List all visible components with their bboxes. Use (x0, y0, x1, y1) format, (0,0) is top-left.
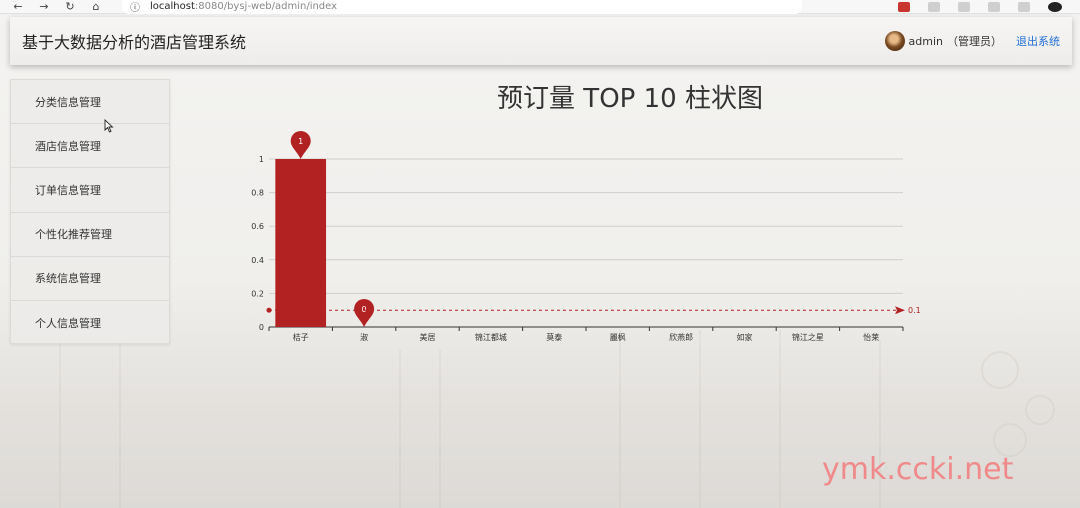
x-tick-label: 怡莱 (863, 332, 879, 342)
collections-icon[interactable] (1018, 1, 1030, 12)
markline-label: 0.1 (908, 306, 921, 315)
sidebar-item-label: 分类信息管理 (35, 95, 101, 109)
sidebar-item-label: 个性化推荐管理 (35, 228, 112, 242)
chart-title: 预订量 TOP 10 柱状图 (497, 84, 763, 114)
sidebar-item-label: 酒店信息管理 (35, 139, 101, 153)
sidebar-item-label: 订单信息管理 (35, 183, 101, 197)
y-tick-label: 0.4 (251, 256, 264, 265)
info-icon[interactable]: ⓘ (130, 0, 140, 14)
app-title: 基于大数据分析的酒店管理系统 (22, 33, 247, 52)
address-bar[interactable]: ⓘ localhost:8080/bysj-web/admin/index (122, 0, 802, 14)
sidebar-item-label: 系统信息管理 (35, 272, 101, 286)
markline-arrow (895, 306, 905, 315)
app-header: 基于大数据分析的酒店管理系统 admin （管理员） 退出系统 (10, 17, 1072, 65)
profile-icon[interactable] (1048, 1, 1062, 12)
mouse-cursor-icon (104, 119, 114, 133)
sidebar-item-system[interactable]: 系统信息管理 (11, 257, 169, 301)
sidebar-item-recommend[interactable]: 个性化推荐管理 (11, 213, 169, 257)
bar-chart: 0 0.2 0.4 0.6 0.8 1 桔子 淑 美居 锦江都城 莫泰 麗枫 欣燕郎 如家 锦江之星 怡莱 1 0… (251, 131, 921, 342)
back-icon[interactable]: ← (12, 0, 24, 13)
extension-icon[interactable] (898, 1, 910, 12)
url-path: :8080/bysj-web/admin/index (194, 1, 338, 12)
user-info: admin （管理员） 退出系统 (884, 31, 1060, 51)
sidebar-item-hotel[interactable]: 酒店信息管理 (11, 124, 169, 169)
markpoint-label: 1 (298, 137, 303, 146)
x-tick-label: 如家 (737, 332, 753, 342)
extension-icon[interactable] (928, 1, 940, 12)
sidebar-item-personal[interactable]: 个人信息管理 (11, 301, 169, 345)
sidebar-menu: 分类信息管理 酒店信息管理 订单信息管理 个性化推荐管理 系统信息管理 个人信息… (10, 79, 170, 344)
sidebar-item-category[interactable]: 分类信息管理 (11, 80, 169, 125)
x-tick-label: 锦江之星 (792, 332, 824, 342)
url-host: localhost (150, 1, 195, 12)
extension-icon[interactable] (988, 1, 1000, 12)
x-tick-label: 淑 (360, 332, 368, 342)
forward-icon[interactable]: → (38, 0, 50, 13)
x-tick-label: 莫泰 (546, 332, 562, 342)
y-tick-label: 0.6 (251, 222, 264, 231)
y-tick-label: 1 (259, 155, 264, 164)
user-role: （管理员） (947, 35, 1002, 48)
y-tick-label: 0.2 (251, 289, 264, 298)
y-tick-label: 0 (259, 323, 264, 332)
x-tick-label: 欣燕郎 (669, 332, 693, 342)
home-icon[interactable]: ⌂ (90, 0, 102, 13)
extensions-area (898, 1, 1062, 12)
bar (275, 159, 327, 327)
y-tick-label: 0.8 (251, 189, 264, 198)
x-tick-label: 桔子 (293, 332, 309, 342)
x-tick-label: 锦江都城 (475, 332, 507, 342)
avatar[interactable] (884, 31, 905, 51)
x-tick-label: 麗枫 (610, 332, 626, 342)
browser-toolbar: ← → ↻ ⌂ ⓘ localhost:8080/bysj-web/admin/… (0, 0, 1080, 14)
x-tick-label: 美居 (420, 332, 436, 342)
sidebar-item-order[interactable]: 订单信息管理 (11, 168, 169, 213)
logout-link[interactable]: 退出系统 (1016, 33, 1060, 49)
reload-icon[interactable]: ↻ (64, 0, 76, 13)
extension-icon[interactable] (958, 1, 970, 12)
username: admin (908, 34, 943, 48)
markpoint-label: 0 (362, 305, 367, 314)
sidebar-item-label: 个人信息管理 (35, 317, 101, 331)
brand-watermark: ymk.ccki.net (822, 452, 1014, 487)
